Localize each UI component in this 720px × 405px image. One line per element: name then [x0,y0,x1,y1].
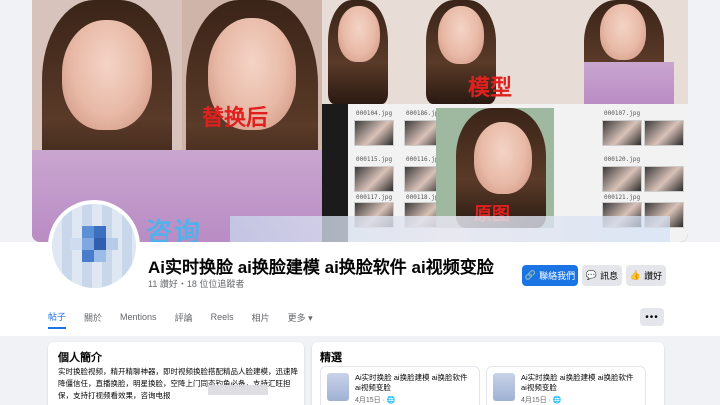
tab-reels[interactable]: Reels [211,312,234,326]
watermark-blur [230,216,670,242]
featured-card: 精選 Ai实时换脸 ai换脸建模 ai换脸软件 ai视频变脸 4月15日 · 🌐… [312,342,664,405]
page-tabs: 帖子 關於 Mentions 評論 Reels 相片 更多 ▾ [48,308,331,330]
post-date: 4月15日 · 🌐 [355,397,396,404]
post-date: 4月15日 · 🌐 [521,397,562,404]
intro-card: 個人簡介 实时换脸视频，精开精聊神器，即时视频换脸搭配精品人脸建模，迅速降降僵信… [48,342,304,405]
message-button[interactable]: 💬 訊息 [582,265,622,286]
post-thumbnail [493,373,515,401]
avatar[interactable] [48,200,140,292]
tab-reviews[interactable]: 評論 [175,311,193,328]
featured-title: 精選 [320,352,342,364]
thumbs-up-icon: 👍 [629,270,642,280]
tab-more[interactable]: 更多 ▾ [288,311,313,328]
link-icon: 🔗 [524,270,537,280]
tab-photos[interactable]: 相片 [252,311,270,328]
messenger-icon: 💬 [585,270,598,280]
post-text: Ai实时换脸 ai换脸建模 ai换脸软件 ai视频变脸 [355,373,468,392]
featured-post[interactable]: Ai实时换脸 ai换脸建模 ai换脸软件 ai视频变脸 4月15日 · 🌐 [320,366,480,405]
post-thumbnail [327,373,349,401]
thumb-label: 000117.jpg [356,194,393,201]
intro-redaction [208,385,268,395]
intro-title: 個人簡介 [58,352,102,364]
like-button-label: 讚好 [644,271,663,281]
contact-button[interactable]: 🔗 聯絡我們 [522,265,578,286]
page-stats[interactable]: 11 讚好・18 位位追蹤者 [148,277,244,290]
like-button[interactable]: 👍 讚好 [626,265,666,286]
more-options-button[interactable]: ••• [640,308,664,326]
thumb-label: 000115.jpg [356,156,393,163]
thumb-label: 000121.jpg [604,194,641,201]
tab-mentions[interactable]: Mentions [120,312,157,326]
thumb-label: 000107.jpg [604,110,641,117]
tab-posts[interactable]: 帖子 [48,310,67,329]
tab-about[interactable]: 關於 [84,311,102,328]
contact-button-label: 聯絡我們 [539,271,576,281]
message-button-label: 訊息 [600,271,619,281]
featured-post[interactable]: Ai实时换脸 ai换脸建模 ai换脸软件 ai视频变脸 4月15日 · 🌐 [486,366,646,405]
thumb-label: 000120.jpg [604,156,641,163]
caption-replaced: 替换后 [202,106,269,131]
caption-model: 模型 [468,76,513,101]
thumb-label: 000104.jpg [356,110,393,117]
intro-text: 实时换脸视频，精开精聊神器，即时视频换脸搭配精品人脸建模，迅速降降僵信任，直播换… [58,367,298,400]
page-title: Ai实时换脸 ai换脸建模 ai换脸软件 ai视频变脸 [148,258,494,277]
post-text: Ai实时换脸 ai换脸建模 ai换脸软件 ai视频变脸 [521,373,634,392]
